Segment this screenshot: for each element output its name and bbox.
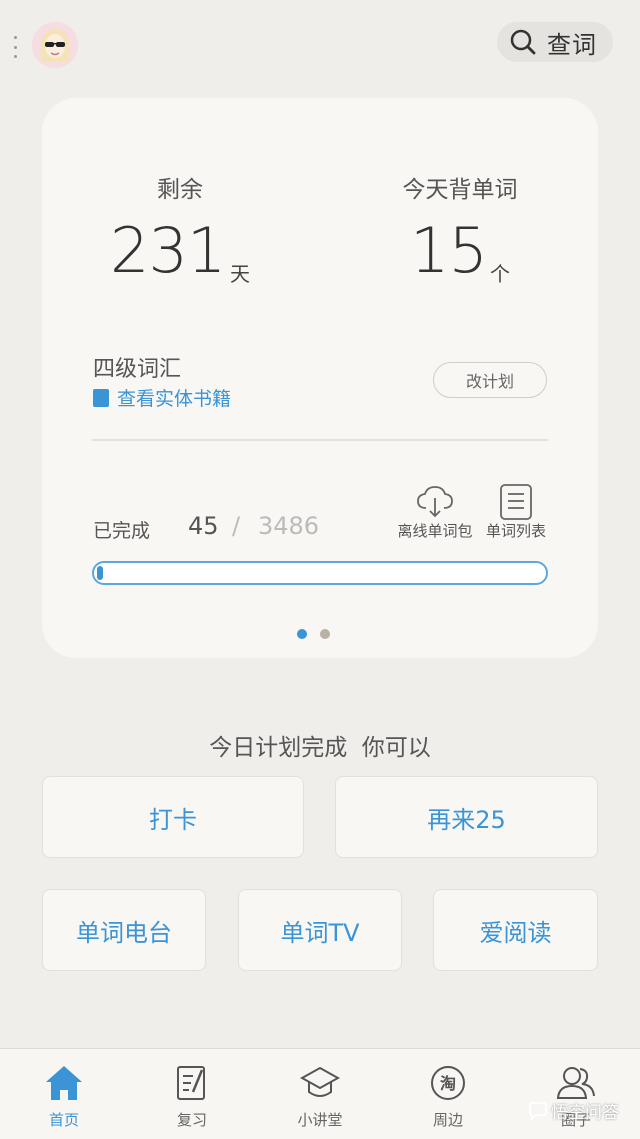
- tab-home-label: 首页: [48, 1111, 79, 1129]
- review-icon: [172, 1063, 212, 1103]
- book-title: 四级词汇: [93, 357, 182, 382]
- list-icon: [500, 484, 532, 520]
- progress-fill: [97, 566, 103, 580]
- word-radio-button[interactable]: 单词电台: [42, 889, 206, 971]
- search-icon: [510, 29, 536, 55]
- search-label: 查词: [547, 30, 597, 59]
- tab-nearby[interactable]: 淘 周边: [398, 1049, 498, 1139]
- cloud-download-icon: [417, 486, 453, 518]
- tab-lecture[interactable]: 小讲堂: [270, 1049, 370, 1139]
- tab-nearby-label: 周边: [432, 1111, 463, 1129]
- word-list-label: 单词列表: [485, 522, 546, 540]
- watermark-text: 悟空问答: [551, 1103, 619, 1123]
- completed-separator: /: [232, 512, 241, 540]
- today-words-value: 15: [410, 214, 488, 287]
- tab-lecture-label: 小讲堂: [297, 1111, 343, 1129]
- search-word-button[interactable]: 查词: [497, 22, 613, 62]
- offline-package-button[interactable]: 离线单词包: [392, 484, 478, 541]
- total-words: 3486: [258, 512, 320, 540]
- bottom-tab-bar: 首页 复习 小讲堂 淘 周边 圈子: [0, 1048, 640, 1139]
- graduation-cap-icon: [300, 1063, 340, 1103]
- people-icon: [556, 1063, 596, 1103]
- love-reading-button[interactable]: 爱阅读: [433, 889, 598, 971]
- tab-review[interactable]: 复习: [142, 1049, 242, 1139]
- today-words-unit: 个: [490, 262, 510, 286]
- today-words-label: 今天背单词: [402, 177, 518, 203]
- chat-bubble-icon: [529, 1101, 547, 1120]
- word-tv-button[interactable]: 单词TV: [238, 889, 402, 971]
- pager-dot-active[interactable]: [297, 629, 307, 639]
- progress-bar: [92, 561, 548, 585]
- remaining-unit: 天: [230, 262, 250, 286]
- completed-count: 45: [188, 512, 219, 540]
- completed-label: 已完成: [93, 520, 151, 542]
- avatar[interactable]: [32, 22, 78, 68]
- taobao-icon: 淘: [428, 1063, 468, 1103]
- view-physical-book-label: 查看实体书籍: [117, 388, 232, 410]
- pager-dot[interactable]: [320, 629, 330, 639]
- tab-review-label: 复习: [176, 1111, 207, 1129]
- offline-package-label: 离线单词包: [397, 522, 473, 540]
- tab-circle[interactable]: 圈子: [526, 1049, 626, 1139]
- remaining-days-value: 231: [110, 214, 226, 287]
- svg-text:淘: 淘: [440, 1074, 456, 1093]
- another-25-button[interactable]: 再来25: [335, 776, 598, 858]
- check-in-button[interactable]: 打卡: [42, 776, 304, 858]
- book-icon: [93, 388, 109, 407]
- view-physical-book-link[interactable]: 查看实体书籍: [93, 384, 231, 411]
- watermark: 悟空问答: [528, 1098, 619, 1123]
- home-icon: [44, 1063, 84, 1103]
- divider: [92, 439, 548, 441]
- more-menu-icon[interactable]: [10, 36, 20, 58]
- change-plan-button[interactable]: 改计划: [433, 362, 547, 398]
- tab-home[interactable]: 首页: [14, 1049, 114, 1139]
- plan-complete-message: 今日计划完成 你可以: [209, 735, 431, 761]
- word-list-button[interactable]: 单词列表: [480, 484, 552, 541]
- remaining-label: 剩余: [157, 177, 203, 203]
